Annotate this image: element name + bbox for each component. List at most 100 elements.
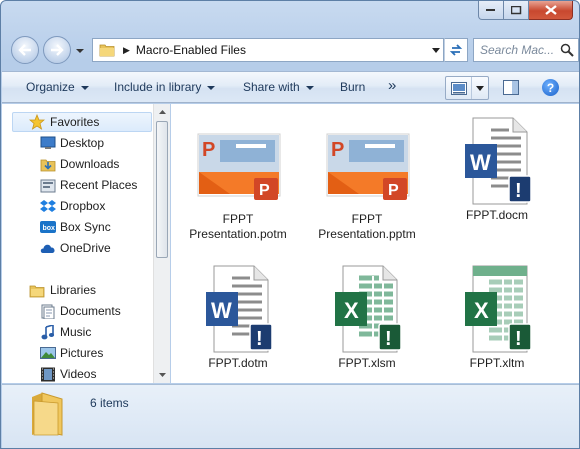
svg-text:W: W xyxy=(470,150,491,175)
nav-videos-label: Videos xyxy=(60,367,97,381)
view-icon[interactable] xyxy=(446,77,472,99)
arrow-right-icon xyxy=(51,44,64,56)
svg-text:!: ! xyxy=(385,328,392,350)
word-macro-document-icon: W ! xyxy=(449,116,545,205)
documents-icon xyxy=(40,303,56,319)
nav-music-label: Music xyxy=(60,325,92,339)
file-item[interactable]: X ! FPPT.xlsm xyxy=(312,264,422,371)
onedrive-cloud-icon xyxy=(40,240,56,256)
burn-button[interactable]: Burn xyxy=(340,80,365,94)
nav-pictures[interactable]: Pictures xyxy=(2,343,153,363)
nav-favorites-label: Favorites xyxy=(50,115,100,129)
nav-boxsync-label: Box Sync xyxy=(60,220,111,234)
burn-label: Burn xyxy=(340,80,366,94)
forward-button[interactable] xyxy=(43,36,71,64)
nav-downloads[interactable]: Downloads xyxy=(2,154,153,174)
nav-dropbox[interactable]: Dropbox xyxy=(2,196,153,216)
svg-text:!: ! xyxy=(515,328,522,350)
downloads-folder-icon xyxy=(40,156,56,172)
maximize-button[interactable] xyxy=(504,1,529,20)
breadcrumb-separator-icon[interactable]: ▶ xyxy=(123,45,130,56)
excel-macro-workbook-icon: X ! xyxy=(319,264,415,353)
nav-box-sync[interactable]: box Box Sync xyxy=(2,217,153,237)
recent-places-icon xyxy=(40,177,56,193)
navigation-bar: ▶ Macro-Enabled Files Search Mac... xyxy=(9,34,579,64)
arrow-left-icon xyxy=(18,44,31,56)
nav-recent-label: Recent Places xyxy=(60,178,138,192)
close-button[interactable] xyxy=(529,1,573,20)
breadcrumb-current[interactable]: Macro-Enabled Files xyxy=(136,43,246,57)
scroll-thumb[interactable] xyxy=(156,121,168,258)
refresh-button[interactable] xyxy=(444,38,468,62)
star-icon xyxy=(29,114,45,130)
command-bar: Organize Include in library Share with B… xyxy=(2,71,579,103)
folder-icon xyxy=(32,392,63,436)
search-input[interactable]: Search Mac... xyxy=(474,43,560,57)
view-dropdown[interactable] xyxy=(472,77,488,99)
share-label: Share with xyxy=(243,80,300,94)
nav-favorites[interactable]: Favorites xyxy=(12,112,152,132)
nav-onedrive[interactable]: OneDrive xyxy=(2,238,153,258)
svg-text:P: P xyxy=(388,182,399,199)
file-name: FPPT Presentation.pptm xyxy=(318,212,416,241)
pictures-icon xyxy=(40,345,56,361)
close-icon xyxy=(544,5,557,15)
item-count: 6 items xyxy=(90,396,129,410)
back-button[interactable] xyxy=(11,36,39,64)
minimize-icon xyxy=(486,9,495,11)
libraries-icon xyxy=(29,282,45,298)
word-macro-template-icon: W ! xyxy=(190,264,286,353)
nav-documents[interactable]: Documents xyxy=(2,301,153,321)
scroll-up-icon[interactable] xyxy=(154,104,170,120)
excel-macro-template-icon: X ! xyxy=(449,264,545,353)
nav-desktop[interactable]: Desktop xyxy=(2,133,153,153)
chevron-down-icon xyxy=(305,85,314,90)
share-with-button[interactable]: Share with xyxy=(243,80,314,94)
file-item[interactable]: P P FPPT Presentation.pptm xyxy=(312,120,422,242)
file-item[interactable]: W ! FPPT.dotm xyxy=(183,264,293,371)
preview-pane-icon[interactable] xyxy=(503,80,519,95)
organize-button[interactable]: Organize xyxy=(26,80,89,94)
svg-text:P: P xyxy=(202,139,215,161)
organize-label: Organize xyxy=(26,80,75,94)
svg-text:!: ! xyxy=(256,328,263,350)
file-item[interactable]: X ! FPPT.xltm xyxy=(442,264,552,371)
help-icon[interactable]: ? xyxy=(542,79,559,96)
address-dropdown-button[interactable] xyxy=(427,39,443,61)
file-list: P P FPPT Presentation.potm P P FPPT Pres… xyxy=(171,104,579,383)
file-item[interactable]: P P FPPT Presentation.potm xyxy=(183,120,293,242)
file-name: FPPT.xlsm xyxy=(338,356,396,370)
chevron-down-icon xyxy=(80,85,89,90)
file-item[interactable]: W ! FPPT.docm xyxy=(442,116,552,223)
details-pane: 6 items xyxy=(2,384,579,448)
nav-videos[interactable]: Videos xyxy=(2,364,153,383)
minimize-button[interactable] xyxy=(478,1,504,20)
nav-music[interactable]: Music xyxy=(2,322,153,342)
videos-film-icon xyxy=(40,366,56,382)
address-bar[interactable]: ▶ Macro-Enabled Files xyxy=(92,38,444,62)
folder-icon xyxy=(99,44,115,57)
powerpoint-presentation-thumbnail-icon: P P xyxy=(319,120,415,208)
dropbox-icon xyxy=(40,198,56,214)
svg-text:W: W xyxy=(211,298,232,323)
search-icon[interactable] xyxy=(560,43,574,57)
change-view-button[interactable] xyxy=(445,76,489,100)
search-box[interactable]: Search Mac... xyxy=(473,38,579,62)
svg-text:box: box xyxy=(43,225,56,232)
svg-text:X: X xyxy=(344,298,359,323)
navigation-pane: Favorites Desktop Downloads Recent Place… xyxy=(2,104,154,383)
nav-documents-label: Documents xyxy=(60,304,121,318)
file-name: FPPT.xltm xyxy=(469,356,525,370)
include-in-library-button[interactable]: Include in library xyxy=(114,80,216,94)
nav-pictures-label: Pictures xyxy=(60,346,104,360)
recent-pages-dropdown[interactable] xyxy=(75,46,85,56)
chevron-down-icon xyxy=(431,47,440,53)
nav-libraries[interactable]: Libraries xyxy=(2,280,153,300)
file-name: FPPT Presentation.potm xyxy=(189,212,287,241)
nav-recent-places[interactable]: Recent Places xyxy=(2,175,153,195)
more-commands-button[interactable]: » xyxy=(388,77,396,94)
navigation-scrollbar[interactable] xyxy=(153,104,170,383)
chevron-down-icon xyxy=(207,85,216,90)
scroll-down-icon[interactable] xyxy=(154,367,170,383)
powerpoint-template-thumbnail-icon: P P xyxy=(190,120,286,208)
